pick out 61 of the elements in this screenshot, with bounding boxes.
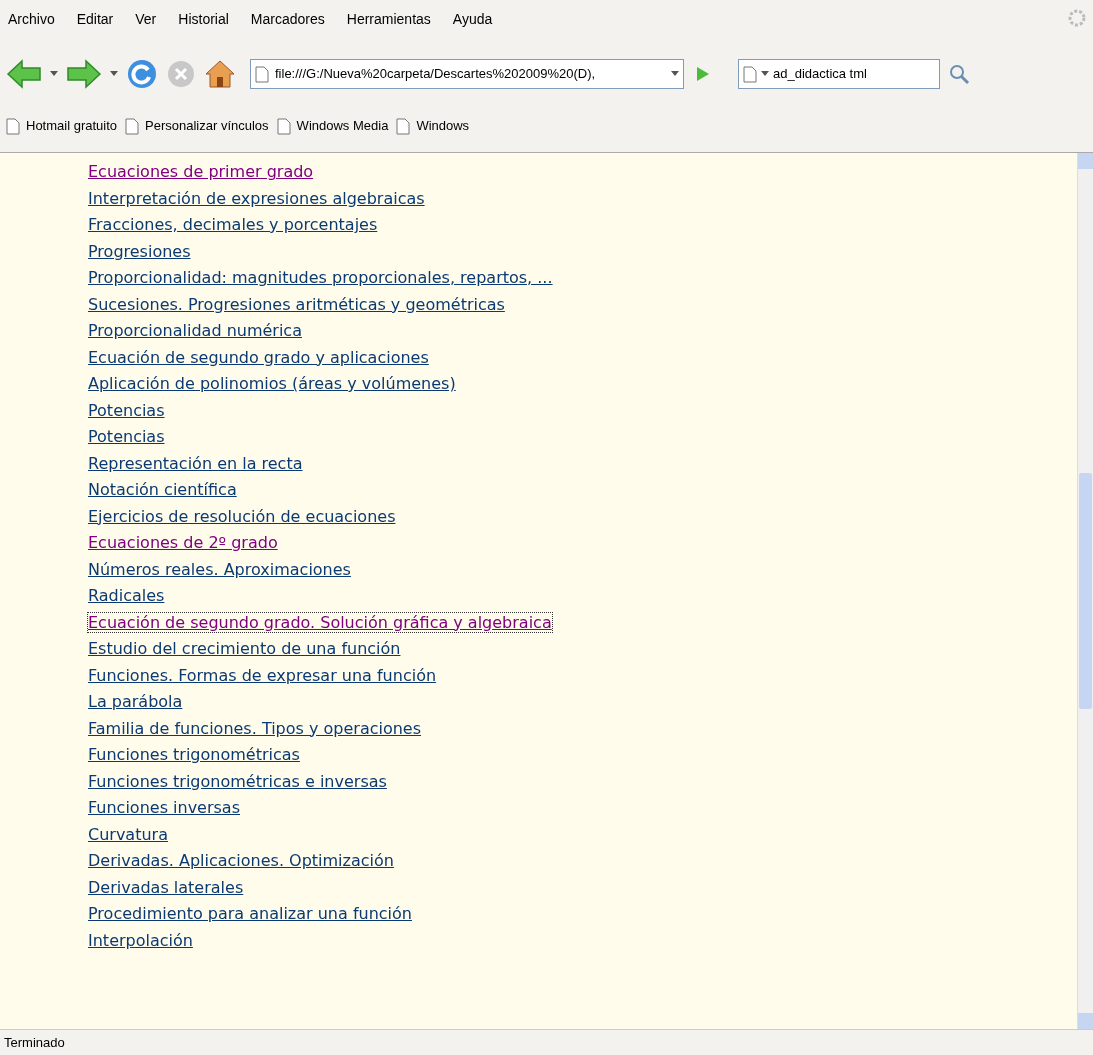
page-link[interactable]: Proporcionalidad: magnitudes proporcionales, repartos, ... [88, 268, 553, 287]
caret-icon[interactable] [671, 71, 679, 77]
bookmark-link[interactable]: Personalizar vínculos [145, 116, 269, 136]
page-link[interactable]: Estudio del crecimiento de una función [88, 639, 401, 658]
menu-item[interactable]: Ayuda [452, 8, 493, 30]
page-icon [6, 117, 20, 135]
back-icon[interactable] [6, 59, 42, 89]
page-link[interactable]: Funciones trigonométricas e inversas [88, 771, 387, 791]
page-icon [396, 117, 411, 135]
throbber-icon [1067, 8, 1087, 28]
page-link[interactable]: Ejercicios de resolución de ecuaciones [88, 506, 396, 526]
page-link[interactable]: Procedimiento para analizar una función [88, 904, 412, 923]
bookmark-link[interactable]: Hotmail gratuito [26, 116, 118, 136]
page-link[interactable]: Funciones inversas [88, 798, 240, 817]
page-link[interactable]: La parábola [88, 692, 183, 711]
menu-item[interactable]: Ver [135, 8, 157, 30]
page-link[interactable]: Fracciones, decimales y porcentajes [88, 215, 378, 234]
scrollbar[interactable] [1077, 153, 1093, 1029]
menu-item[interactable]: Editar [76, 8, 114, 30]
page-link[interactable]: Derivadas laterales [88, 877, 244, 897]
page-link[interactable]: Ecuaciones de 2º grado [88, 533, 278, 552]
bookmark-link[interactable]: Windows Media [296, 116, 389, 136]
menu-item[interactable]: Historial [178, 8, 229, 30]
page-icon [255, 65, 269, 83]
page-link[interactable]: Ecuaciones de primer grado [88, 162, 314, 181]
page-link[interactable]: Funciones trigonométricas [88, 745, 300, 764]
page-link[interactable]: Sucesiones. Progresiones aritméticas y geométricas [88, 294, 505, 314]
menu-item[interactable]: Marcadores [250, 8, 325, 30]
reload-icon[interactable] [126, 58, 158, 90]
bookmark-link[interactable]: Windows [416, 116, 470, 136]
menu-item[interactable]: Archivo [8, 8, 55, 30]
page-link[interactable]: Familia de funciones. Tipos y operaciones [88, 718, 422, 738]
page-link[interactable]: Progresiones [88, 241, 191, 261]
page-link[interactable]: Aplicación de polinomios (áreas y volúmenes) [88, 374, 456, 393]
forward-icon[interactable] [66, 59, 102, 89]
page-link[interactable]: Curvatura [88, 824, 168, 844]
caret-icon[interactable] [110, 71, 118, 77]
search-field[interactable]: ad_didactica tml [738, 59, 940, 89]
page-icon [743, 65, 757, 83]
page-icon [276, 117, 291, 135]
page-link[interactable]: Interpretación de expresiones algebraicas [88, 188, 425, 208]
address-field[interactable]: file:///G:/Nueva%20carpeta/Descartes%202009%20(D), [250, 59, 684, 89]
page-link[interactable]: Potencias [88, 400, 165, 420]
page-link[interactable]: Potencias [88, 427, 165, 446]
page-icon [125, 117, 140, 135]
page-link[interactable]: Proporcionalidad numérica [88, 321, 302, 340]
caret-icon[interactable] [50, 71, 58, 77]
home-icon[interactable] [204, 59, 236, 89]
page-link[interactable]: Números reales. Aproximaciones [88, 559, 351, 579]
page-link[interactable]: Ecuación de segundo grado. Solución gráfica y algebraica [88, 612, 552, 632]
page-link[interactable]: Ecuación de segundo grado y aplicaciones [88, 347, 429, 367]
page-link[interactable]: Funciones. Formas de expresar una función [88, 665, 437, 685]
caret-icon[interactable] [761, 71, 769, 77]
search-icon[interactable] [948, 63, 970, 85]
page-link[interactable]: Derivadas. Aplicaciones. Optimización [88, 851, 394, 870]
status-text: Terminado [4, 1033, 65, 1052]
page-link[interactable]: Radicales [88, 586, 165, 605]
menu-item[interactable]: Herramientas [346, 8, 431, 30]
page-link[interactable]: Notación científica [88, 480, 237, 499]
page-link[interactable]: Interpolación [88, 930, 193, 950]
page-link[interactable]: Representación en la recta [88, 453, 303, 473]
